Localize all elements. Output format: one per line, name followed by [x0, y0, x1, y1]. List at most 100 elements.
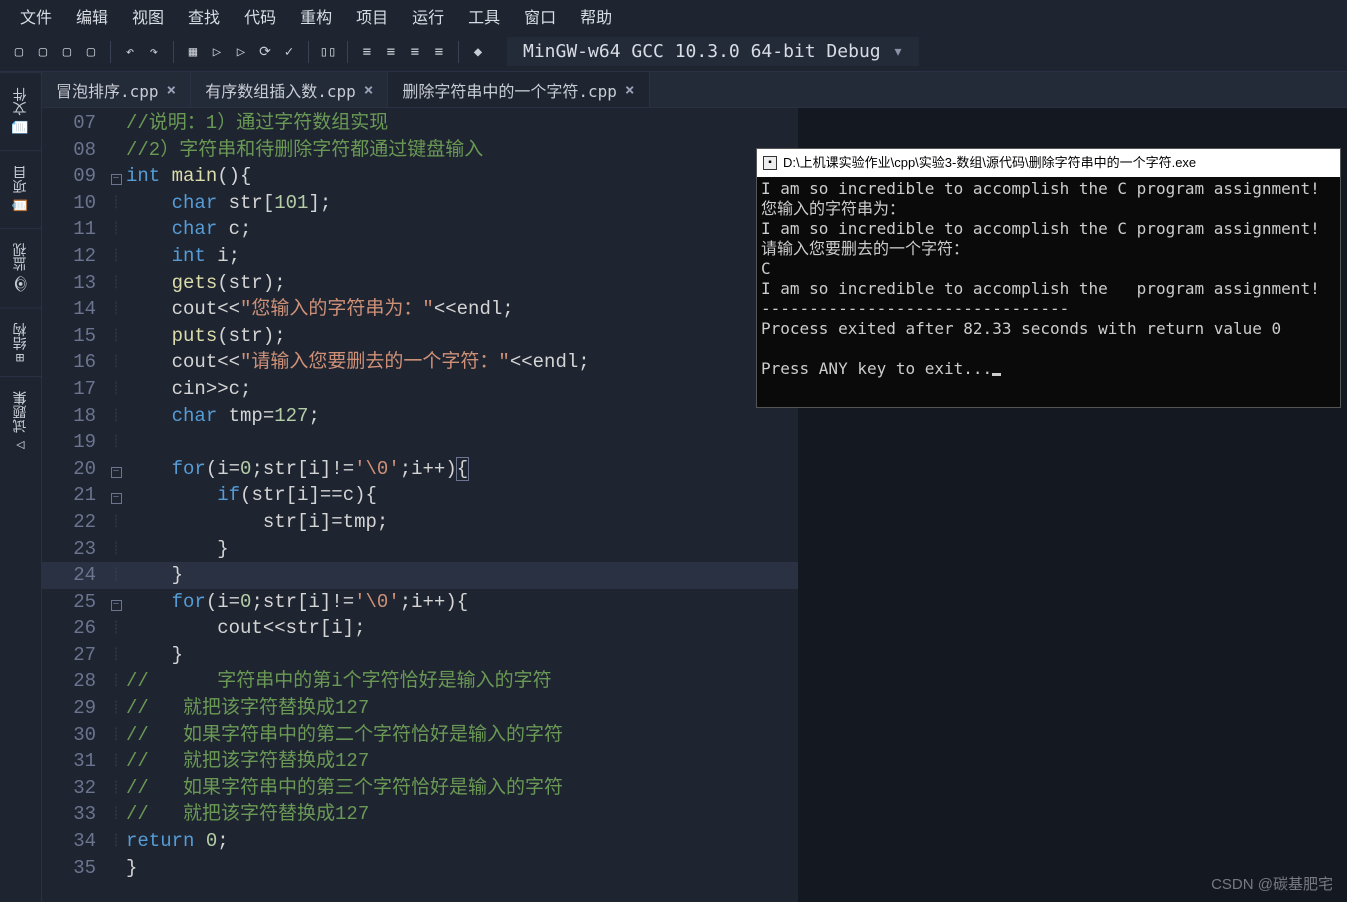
- code-line[interactable]: 30┊// 如果字符串中的第二个字符恰好是输入的字符: [42, 722, 798, 749]
- code-line[interactable]: 14┊ cout<<"您输入的字符串为："<<endl;: [42, 296, 798, 323]
- menu-文件[interactable]: 文件: [8, 0, 64, 32]
- breakpoint-icon[interactable]: ◆: [467, 41, 489, 63]
- fold-gutter[interactable]: ┊: [106, 323, 126, 350]
- fold-gutter[interactable]: [106, 137, 126, 164]
- new-file-icon[interactable]: ▢: [8, 41, 30, 63]
- fold-gutter[interactable]: −: [106, 163, 126, 190]
- fold-gutter[interactable]: −: [106, 482, 126, 509]
- code-line[interactable]: 28┊// 字符串中的第i个字符恰好是输入的字符: [42, 668, 798, 695]
- code-line[interactable]: 15┊ puts(str);: [42, 323, 798, 350]
- side-tab-试题集[interactable]: △试题集: [0, 376, 41, 467]
- step-into-icon[interactable]: ≡: [380, 41, 402, 63]
- redo-icon[interactable]: ↷: [143, 41, 165, 63]
- fold-gutter[interactable]: ┊: [106, 801, 126, 828]
- code-line[interactable]: 35}: [42, 855, 798, 882]
- file-tab[interactable]: 冒泡排序.cpp×: [42, 72, 191, 107]
- fold-gutter[interactable]: ┊: [106, 668, 126, 695]
- menu-项目[interactable]: 项目: [344, 0, 400, 32]
- compiler-selector[interactable]: MinGW-w64 GCC 10.3.0 64-bit Debug ▾: [507, 37, 919, 66]
- rebuild-icon[interactable]: ⟳: [254, 41, 276, 63]
- code-line[interactable]: 18┊ char tmp=127;: [42, 403, 798, 430]
- code-line[interactable]: 32┊// 如果字符串中的第三个字符恰好是输入的字符: [42, 775, 798, 802]
- save-icon[interactable]: ▢: [56, 41, 78, 63]
- fold-gutter[interactable]: −: [106, 456, 126, 483]
- code-line[interactable]: 21− if(str[i]==c){: [42, 482, 798, 509]
- code-line[interactable]: 07//说明：1）通过字符数组实现: [42, 110, 798, 137]
- save-all-icon[interactable]: ▢: [80, 41, 102, 63]
- code-line[interactable]: 12┊ int i;: [42, 243, 798, 270]
- code-line[interactable]: 10┊ char str[101];: [42, 190, 798, 217]
- fold-gutter[interactable]: ┊: [106, 349, 126, 376]
- menu-工具[interactable]: 工具: [456, 0, 512, 32]
- fold-gutter[interactable]: ┊: [106, 615, 126, 642]
- run-icon[interactable]: ▷: [206, 41, 228, 63]
- code-line[interactable]: 24┊ }: [42, 562, 798, 589]
- menu-运行[interactable]: 运行: [400, 0, 456, 32]
- fold-gutter[interactable]: ┊: [106, 296, 126, 323]
- menu-代码[interactable]: 代码: [232, 0, 288, 32]
- build-run-icon[interactable]: ▷: [230, 41, 252, 63]
- step-over-icon[interactable]: ≡: [356, 41, 378, 63]
- code-line[interactable]: 33┊// 就把该字符替换成127: [42, 801, 798, 828]
- fold-gutter[interactable]: ┊: [106, 722, 126, 749]
- code-line[interactable]: 23┊ }: [42, 536, 798, 563]
- fold-gutter[interactable]: ┊: [106, 376, 126, 403]
- fold-gutter[interactable]: ┊: [106, 536, 126, 563]
- code-line[interactable]: 13┊ gets(str);: [42, 270, 798, 297]
- side-tab-监视[interactable]: 👁监视: [0, 228, 41, 307]
- file-tab[interactable]: 删除字符串中的一个字符.cpp×: [388, 72, 649, 107]
- side-tab-结构[interactable]: ⊞结构: [0, 307, 41, 376]
- code-line[interactable]: 08//2）字符串和待删除字符都通过键盘输入: [42, 137, 798, 164]
- fold-gutter[interactable]: [106, 855, 126, 882]
- menu-视图[interactable]: 视图: [120, 0, 176, 32]
- code-line[interactable]: 20− for(i=0;str[i]!='\0';i++){: [42, 456, 798, 483]
- close-icon[interactable]: ×: [625, 80, 635, 99]
- fold-gutter[interactable]: ┊: [106, 190, 126, 217]
- code-line[interactable]: 16┊ cout<<"请输入您要删去的一个字符："<<endl;: [42, 349, 798, 376]
- continue-icon[interactable]: ≡: [428, 41, 450, 63]
- code-line[interactable]: 17┊ cin>>c;: [42, 376, 798, 403]
- code-line[interactable]: 31┊// 就把该字符替换成127: [42, 748, 798, 775]
- grid-icon[interactable]: ▦: [182, 41, 204, 63]
- fold-gutter[interactable]: ┊: [106, 216, 126, 243]
- fold-gutter[interactable]: ┊: [106, 243, 126, 270]
- debug-icon[interactable]: ✓: [278, 41, 300, 63]
- code-line[interactable]: 19┊: [42, 429, 798, 456]
- code-line[interactable]: 26┊ cout<<str[i];: [42, 615, 798, 642]
- menu-查找[interactable]: 查找: [176, 0, 232, 32]
- code-line[interactable]: 11┊ char c;: [42, 216, 798, 243]
- fold-gutter[interactable]: ┊: [106, 562, 126, 589]
- step-out-icon[interactable]: ≡: [404, 41, 426, 63]
- fold-gutter[interactable]: −: [106, 589, 126, 616]
- side-tab-文件[interactable]: 📄文件: [0, 72, 41, 150]
- fold-gutter[interactable]: ┊: [106, 270, 126, 297]
- fold-gutter[interactable]: ┊: [106, 403, 126, 430]
- file-tab[interactable]: 有序数组插入数.cpp×: [191, 72, 388, 107]
- undo-icon[interactable]: ↶: [119, 41, 141, 63]
- code-line[interactable]: 22┊ str[i]=tmp;: [42, 509, 798, 536]
- fold-gutter[interactable]: ┊: [106, 642, 126, 669]
- menu-帮助[interactable]: 帮助: [568, 0, 624, 32]
- menu-窗口[interactable]: 窗口: [512, 0, 568, 32]
- stop-icon[interactable]: ▯▯: [317, 41, 339, 63]
- code-line[interactable]: 29┊// 就把该字符替换成127: [42, 695, 798, 722]
- code-editor[interactable]: 07//说明：1）通过字符数组实现08//2）字符串和待删除字符都通过键盘输入0…: [42, 108, 798, 902]
- code-line[interactable]: 25− for(i=0;str[i]!='\0';i++){: [42, 589, 798, 616]
- code-line[interactable]: 34┊return 0;: [42, 828, 798, 855]
- fold-gutter[interactable]: ┊: [106, 509, 126, 536]
- console-titlebar[interactable]: ▪ D:\上机课实验作业\cpp\实验3-数组\源代码\删除字符串中的一个字符.…: [757, 149, 1340, 177]
- close-icon[interactable]: ×: [167, 80, 177, 99]
- code-line[interactable]: 09−int main(){: [42, 163, 798, 190]
- fold-gutter[interactable]: ┊: [106, 748, 126, 775]
- fold-gutter[interactable]: ┊: [106, 429, 126, 456]
- fold-gutter[interactable]: ┊: [106, 775, 126, 802]
- fold-gutter[interactable]: [106, 110, 126, 137]
- open-file-icon[interactable]: ▢: [32, 41, 54, 63]
- fold-gutter[interactable]: ┊: [106, 828, 126, 855]
- menu-重构[interactable]: 重构: [288, 0, 344, 32]
- fold-gutter[interactable]: ┊: [106, 695, 126, 722]
- side-tab-项目[interactable]: 📋项目: [0, 150, 41, 228]
- close-icon[interactable]: ×: [364, 80, 374, 99]
- code-line[interactable]: 27┊ }: [42, 642, 798, 669]
- menu-编辑[interactable]: 编辑: [64, 0, 120, 32]
